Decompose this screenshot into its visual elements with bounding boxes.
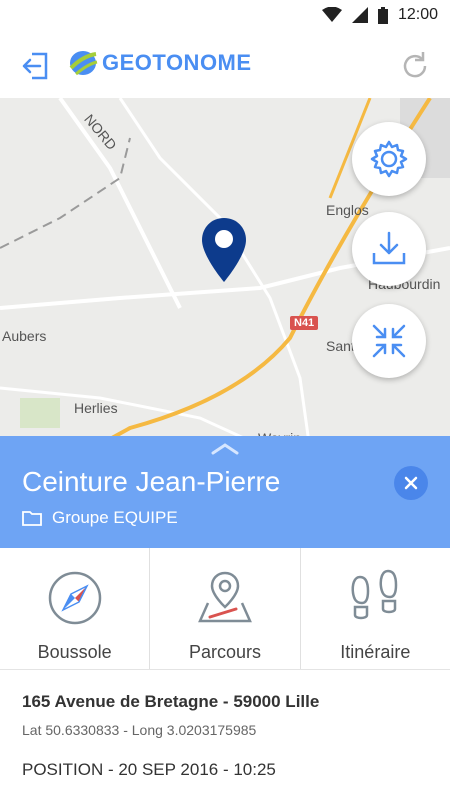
position-timestamp: POSITION - 20 SEP 2016 - 10:25 xyxy=(22,760,276,779)
device-panel: Ceinture Jean-Pierre Groupe EQUIPE xyxy=(0,436,450,548)
refresh-icon[interactable] xyxy=(398,49,432,83)
close-icon xyxy=(404,476,418,490)
logo-text: GEOTONOME xyxy=(102,50,252,75)
collapse-button[interactable] xyxy=(352,304,426,378)
wifi-icon xyxy=(321,7,342,22)
map-view[interactable]: NORD Englos Haubourdin Aubers Santes Her… xyxy=(0,98,450,450)
app-header: GEOTONOME xyxy=(0,34,450,98)
location-pin-icon[interactable] xyxy=(200,216,248,286)
action-label: Itinéraire xyxy=(340,642,411,662)
signal-icon xyxy=(351,7,368,23)
map-label: Aubers xyxy=(2,328,47,344)
chevron-up-icon[interactable] xyxy=(209,442,241,456)
clock: 12:00 xyxy=(397,6,438,23)
logo-globe-icon xyxy=(69,51,98,76)
coordinates: Lat 50.6330833 - Long 3.0203175985 xyxy=(22,722,257,738)
battery-icon xyxy=(377,6,388,24)
collapse-icon xyxy=(372,324,406,358)
address: 165 Avenue de Bretagne - 59000 Lille xyxy=(22,692,320,711)
road-badge: N41 xyxy=(290,316,319,330)
action-bar: Boussole Parcours Itinéraire xyxy=(0,548,450,670)
compass-icon xyxy=(48,571,101,625)
map-label: Englos xyxy=(326,202,369,218)
action-label: Boussole xyxy=(37,642,112,662)
group-label: Groupe EQUIPE xyxy=(52,508,178,527)
logout-icon[interactable] xyxy=(20,50,52,82)
download-button[interactable] xyxy=(352,212,426,286)
location-info: 165 Avenue de Bretagne - 59000 Lille Lat… xyxy=(0,670,450,800)
gear-icon xyxy=(370,140,408,178)
itinerary-button[interactable]: Itinéraire xyxy=(301,548,450,669)
folder-icon xyxy=(22,511,42,526)
map-label: Herlies xyxy=(74,400,118,416)
route-button[interactable]: Parcours xyxy=(150,548,301,669)
footsteps-icon xyxy=(351,569,398,620)
device-group: Groupe EQUIPE xyxy=(22,508,178,528)
settings-button[interactable] xyxy=(352,122,426,196)
action-label: Parcours xyxy=(188,642,261,662)
close-button[interactable] xyxy=(394,466,428,500)
status-bar: 12:00 xyxy=(0,0,450,34)
device-title: Ceinture Jean-Pierre xyxy=(22,466,281,497)
route-icon xyxy=(198,571,252,623)
app-logo: GEOTONOME xyxy=(68,48,252,78)
download-icon xyxy=(372,231,406,265)
compass-button[interactable]: Boussole xyxy=(0,548,151,669)
